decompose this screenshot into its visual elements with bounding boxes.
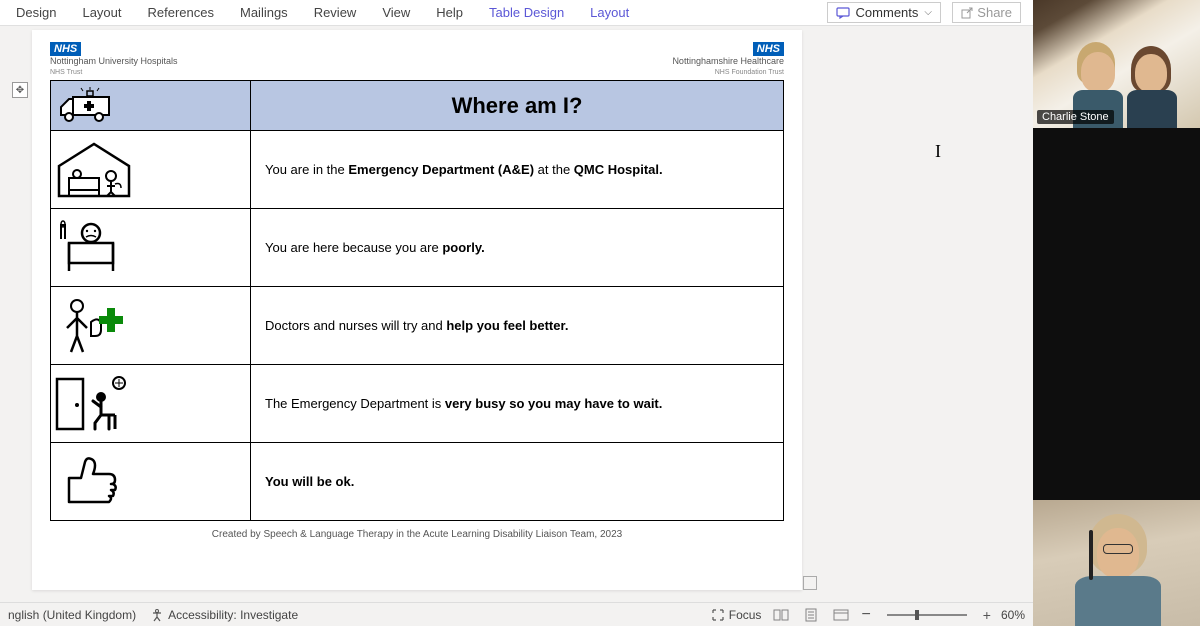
- table-resize-handle[interactable]: [803, 576, 817, 590]
- tab-review[interactable]: Review: [302, 1, 369, 24]
- chevron-down-icon: ⌵: [924, 7, 932, 18]
- ambulance-icon: [51, 87, 250, 125]
- panel-spacer: [1033, 128, 1200, 500]
- tab-help[interactable]: Help: [424, 1, 475, 24]
- tab-layout[interactable]: Layout: [70, 1, 133, 24]
- row-text[interactable]: The Emergency Department is very busy so…: [251, 365, 784, 443]
- waiting-room-icon: [51, 373, 250, 435]
- person-face: [1135, 54, 1167, 92]
- person-body: [1075, 576, 1161, 626]
- zoom-percent[interactable]: 60%: [1001, 608, 1025, 622]
- read-mode-icon[interactable]: [771, 607, 791, 623]
- row-text[interactable]: Doctors and nurses will try and help you…: [251, 287, 784, 365]
- table-row: You will be ok.: [51, 443, 784, 521]
- row-text[interactable]: You will be ok.: [251, 443, 784, 521]
- tab-mailings[interactable]: Mailings: [228, 1, 300, 24]
- row-text[interactable]: You are here because you are poorly.: [251, 209, 784, 287]
- page-footer: Created by Speech & Language Therapy in …: [50, 521, 784, 540]
- table-row: The Emergency Department is very busy so…: [51, 365, 784, 443]
- zoom-slider[interactable]: [887, 614, 967, 616]
- row-icon-cell[interactable]: [51, 287, 251, 365]
- nhs-badge-right: NHS: [753, 42, 784, 56]
- row-icon-cell[interactable]: [51, 209, 251, 287]
- patient-bed-icon: [51, 219, 250, 277]
- table-row: You are in the Emergency Department (A&E…: [51, 131, 784, 209]
- accessibility-status[interactable]: Accessibility: Investigate: [150, 608, 298, 622]
- table-header-row: Where am I?: [51, 81, 784, 131]
- tab-layout-2[interactable]: Layout: [578, 1, 641, 24]
- status-language[interactable]: nglish (United Kingdom): [8, 608, 136, 622]
- row-icon-cell[interactable]: [51, 131, 251, 209]
- person-face: [1081, 52, 1115, 92]
- header-left-logo: NHS Nottingham University Hospitals NHS …: [50, 42, 178, 76]
- zoom-out-button[interactable]: −: [861, 606, 870, 624]
- share-button[interactable]: Share: [952, 2, 1021, 23]
- participant-video: [1033, 0, 1200, 128]
- row-text[interactable]: You are in the Emergency Department (A&E…: [251, 131, 784, 209]
- participant-name-tag: Charlie Stone: [1037, 110, 1114, 124]
- row-icon-cell[interactable]: [51, 443, 251, 521]
- video-panel: Charlie Stone: [1033, 0, 1200, 626]
- content-table[interactable]: Where am I?: [50, 80, 784, 521]
- tab-design[interactable]: Design: [4, 1, 68, 24]
- comments-button[interactable]: Comments ⌵: [827, 2, 941, 23]
- person-plus-icon: [51, 296, 250, 356]
- comments-label: Comments: [856, 5, 919, 20]
- share-icon: [961, 7, 973, 19]
- table-row: You are here because you are poorly.: [51, 209, 784, 287]
- header-right-logo: NHS Nottinghamshire Healthcare NHS Found…: [672, 42, 784, 76]
- ribbon-tabs: Design Layout References Mailings Review…: [0, 0, 1033, 26]
- text-cursor-icon: I: [935, 141, 941, 162]
- status-bar: nglish (United Kingdom) Accessibility: I…: [0, 602, 1033, 626]
- page-header-row: NHS Nottingham University Hospitals NHS …: [50, 42, 784, 76]
- tab-table-design[interactable]: Table Design: [477, 1, 576, 24]
- comment-icon: [836, 7, 850, 19]
- participant-video: [1033, 500, 1200, 626]
- document-page: NHS Nottingham University Hospitals NHS …: [32, 30, 802, 590]
- table-move-handle[interactable]: ✥: [12, 82, 28, 98]
- document-canvas[interactable]: ✥ I NHS Nottingham University Hospitals …: [0, 26, 1033, 602]
- zoom-slider-thumb[interactable]: [915, 610, 919, 620]
- tab-references[interactable]: References: [136, 1, 226, 24]
- row-icon-cell[interactable]: [51, 365, 251, 443]
- share-label: Share: [977, 5, 1012, 20]
- table-row: Doctors and nurses will try and help you…: [51, 287, 784, 365]
- glasses-icon: [1103, 544, 1133, 554]
- web-layout-icon[interactable]: [831, 607, 851, 623]
- participant-tile-bottom[interactable]: [1033, 500, 1200, 626]
- thumbs-up-icon: [51, 454, 250, 510]
- tab-view[interactable]: View: [370, 1, 422, 24]
- person-body: [1127, 90, 1177, 128]
- house-patient-icon: [51, 140, 250, 200]
- headset-icon: [1089, 530, 1093, 580]
- nhs-badge-left: NHS: [50, 42, 81, 56]
- header-icon-cell[interactable]: [51, 81, 251, 131]
- focus-button[interactable]: Focus: [711, 608, 762, 622]
- table-title[interactable]: Where am I?: [251, 81, 784, 131]
- participant-tile-top[interactable]: Charlie Stone: [1033, 0, 1200, 128]
- zoom-in-button[interactable]: +: [983, 607, 991, 623]
- print-layout-icon[interactable]: [801, 607, 821, 623]
